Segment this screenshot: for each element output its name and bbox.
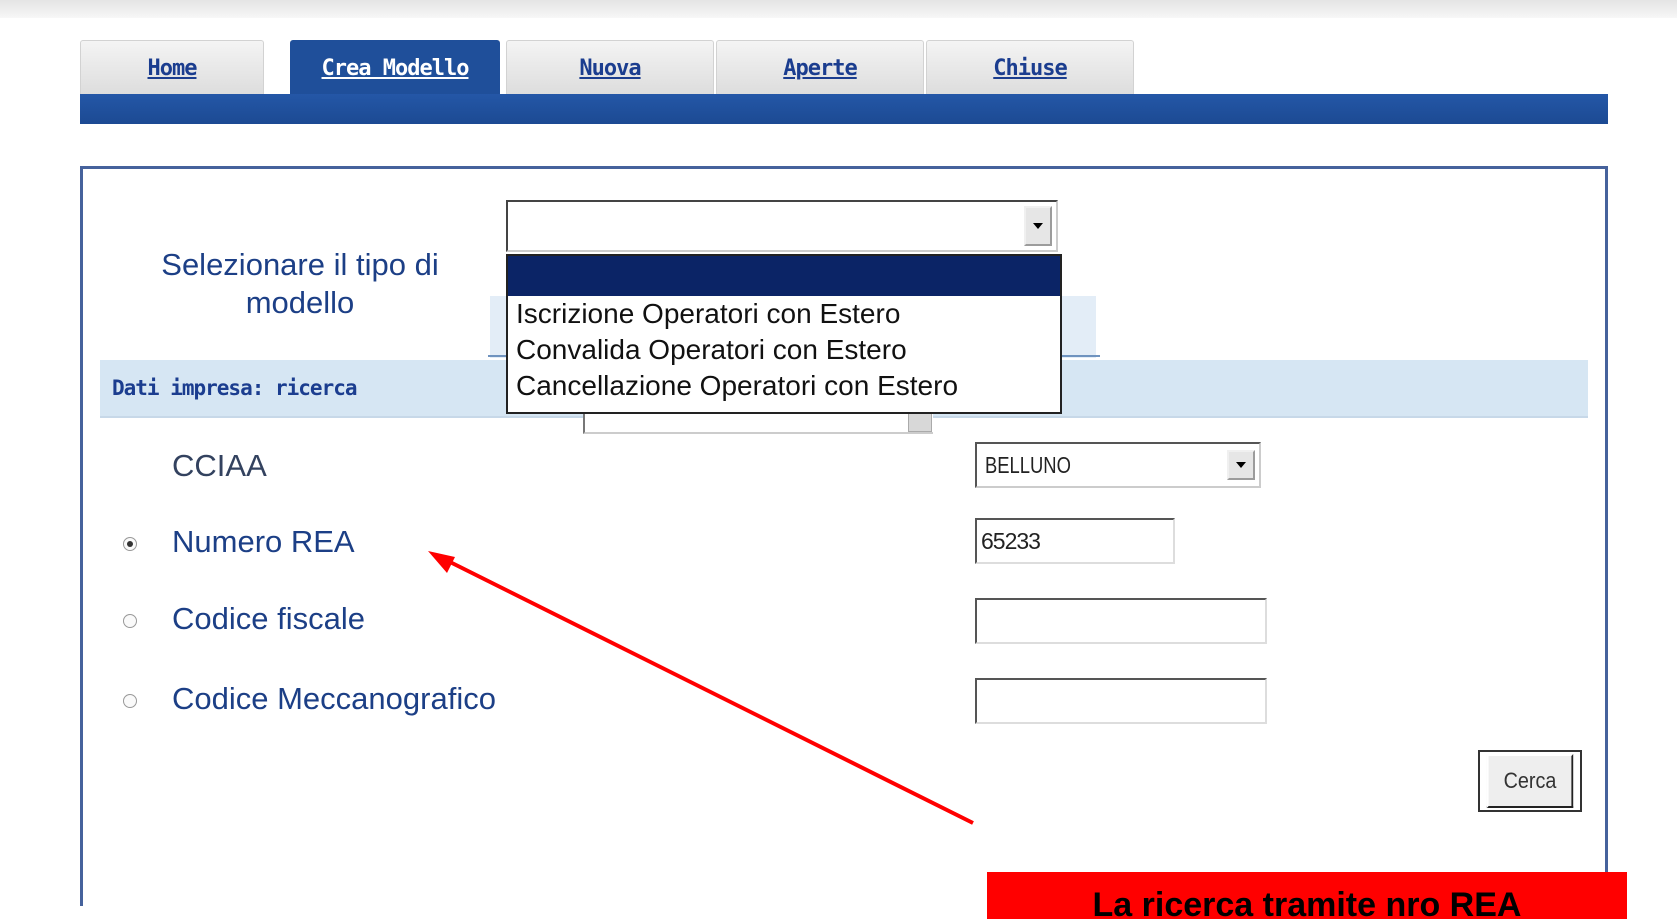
codice-mecc-label: Codice Meccanografico xyxy=(172,681,496,716)
tab-nuova[interactable]: Nuova xyxy=(506,40,714,96)
codice-fiscale-radio[interactable] xyxy=(123,614,137,628)
rea-input[interactable] xyxy=(977,520,1173,562)
search-button[interactable]: Cerca xyxy=(1486,754,1574,808)
tab-aperte[interactable]: Aperte xyxy=(716,40,924,96)
cciaa-label: CCIAA xyxy=(172,448,267,483)
cciaa-select[interactable]: BELLUNO xyxy=(975,442,1261,488)
tab-crea-modello[interactable]: Crea Modello xyxy=(290,40,500,96)
top-band xyxy=(0,0,1677,18)
tab-aperte-label: Aperte xyxy=(783,56,857,81)
tab-home[interactable]: Home xyxy=(80,40,264,96)
dropdown-option-iscrizione[interactable]: Iscrizione Operatori con Estero xyxy=(508,296,1060,332)
annotation-callout: La ricerca tramite nro REA xyxy=(987,872,1627,919)
model-type-dropdown-list: Iscrizione Operatori con Estero Convalid… xyxy=(506,254,1062,414)
tab-nuova-label: Nuova xyxy=(579,56,641,81)
dropdown-option-empty[interactable] xyxy=(508,256,1060,296)
codice-fiscale-label: Codice fiscale xyxy=(172,601,365,636)
tab-home-label: Home xyxy=(147,56,198,81)
tab-chiuse[interactable]: Chiuse xyxy=(926,40,1134,96)
chevron-down-icon[interactable] xyxy=(1024,206,1052,246)
select-model-label: Selezionare il tipo di modello xyxy=(161,247,439,320)
tab-crea-modello-label: Crea Modello xyxy=(321,56,470,81)
codice-fiscale-field[interactable] xyxy=(975,598,1267,644)
tab-chiuse-label: Chiuse xyxy=(993,56,1067,81)
codice-mecc-field[interactable] xyxy=(975,678,1267,724)
section-header-title: Dati impresa: ricerca xyxy=(112,376,358,400)
nav-bar xyxy=(80,94,1608,124)
chevron-down-icon[interactable] xyxy=(1227,450,1255,480)
codice-fiscale-input[interactable] xyxy=(977,600,1265,642)
rea-radio[interactable] xyxy=(123,537,137,551)
model-type-select[interactable] xyxy=(506,200,1058,252)
codice-mecc-input[interactable] xyxy=(977,680,1265,722)
rea-field[interactable] xyxy=(975,518,1175,564)
annotation-callout-text: La ricerca tramite nro REA xyxy=(1092,886,1522,919)
dropdown-option-convalida[interactable]: Convalida Operatori con Estero xyxy=(508,332,1060,368)
rea-label: Numero REA xyxy=(172,524,355,559)
cciaa-select-value: BELLUNO xyxy=(985,452,1071,478)
dropdown-option-cancellazione[interactable]: Cancellazione Operatori con Estero xyxy=(508,368,1060,404)
codice-mecc-radio[interactable] xyxy=(123,694,137,708)
